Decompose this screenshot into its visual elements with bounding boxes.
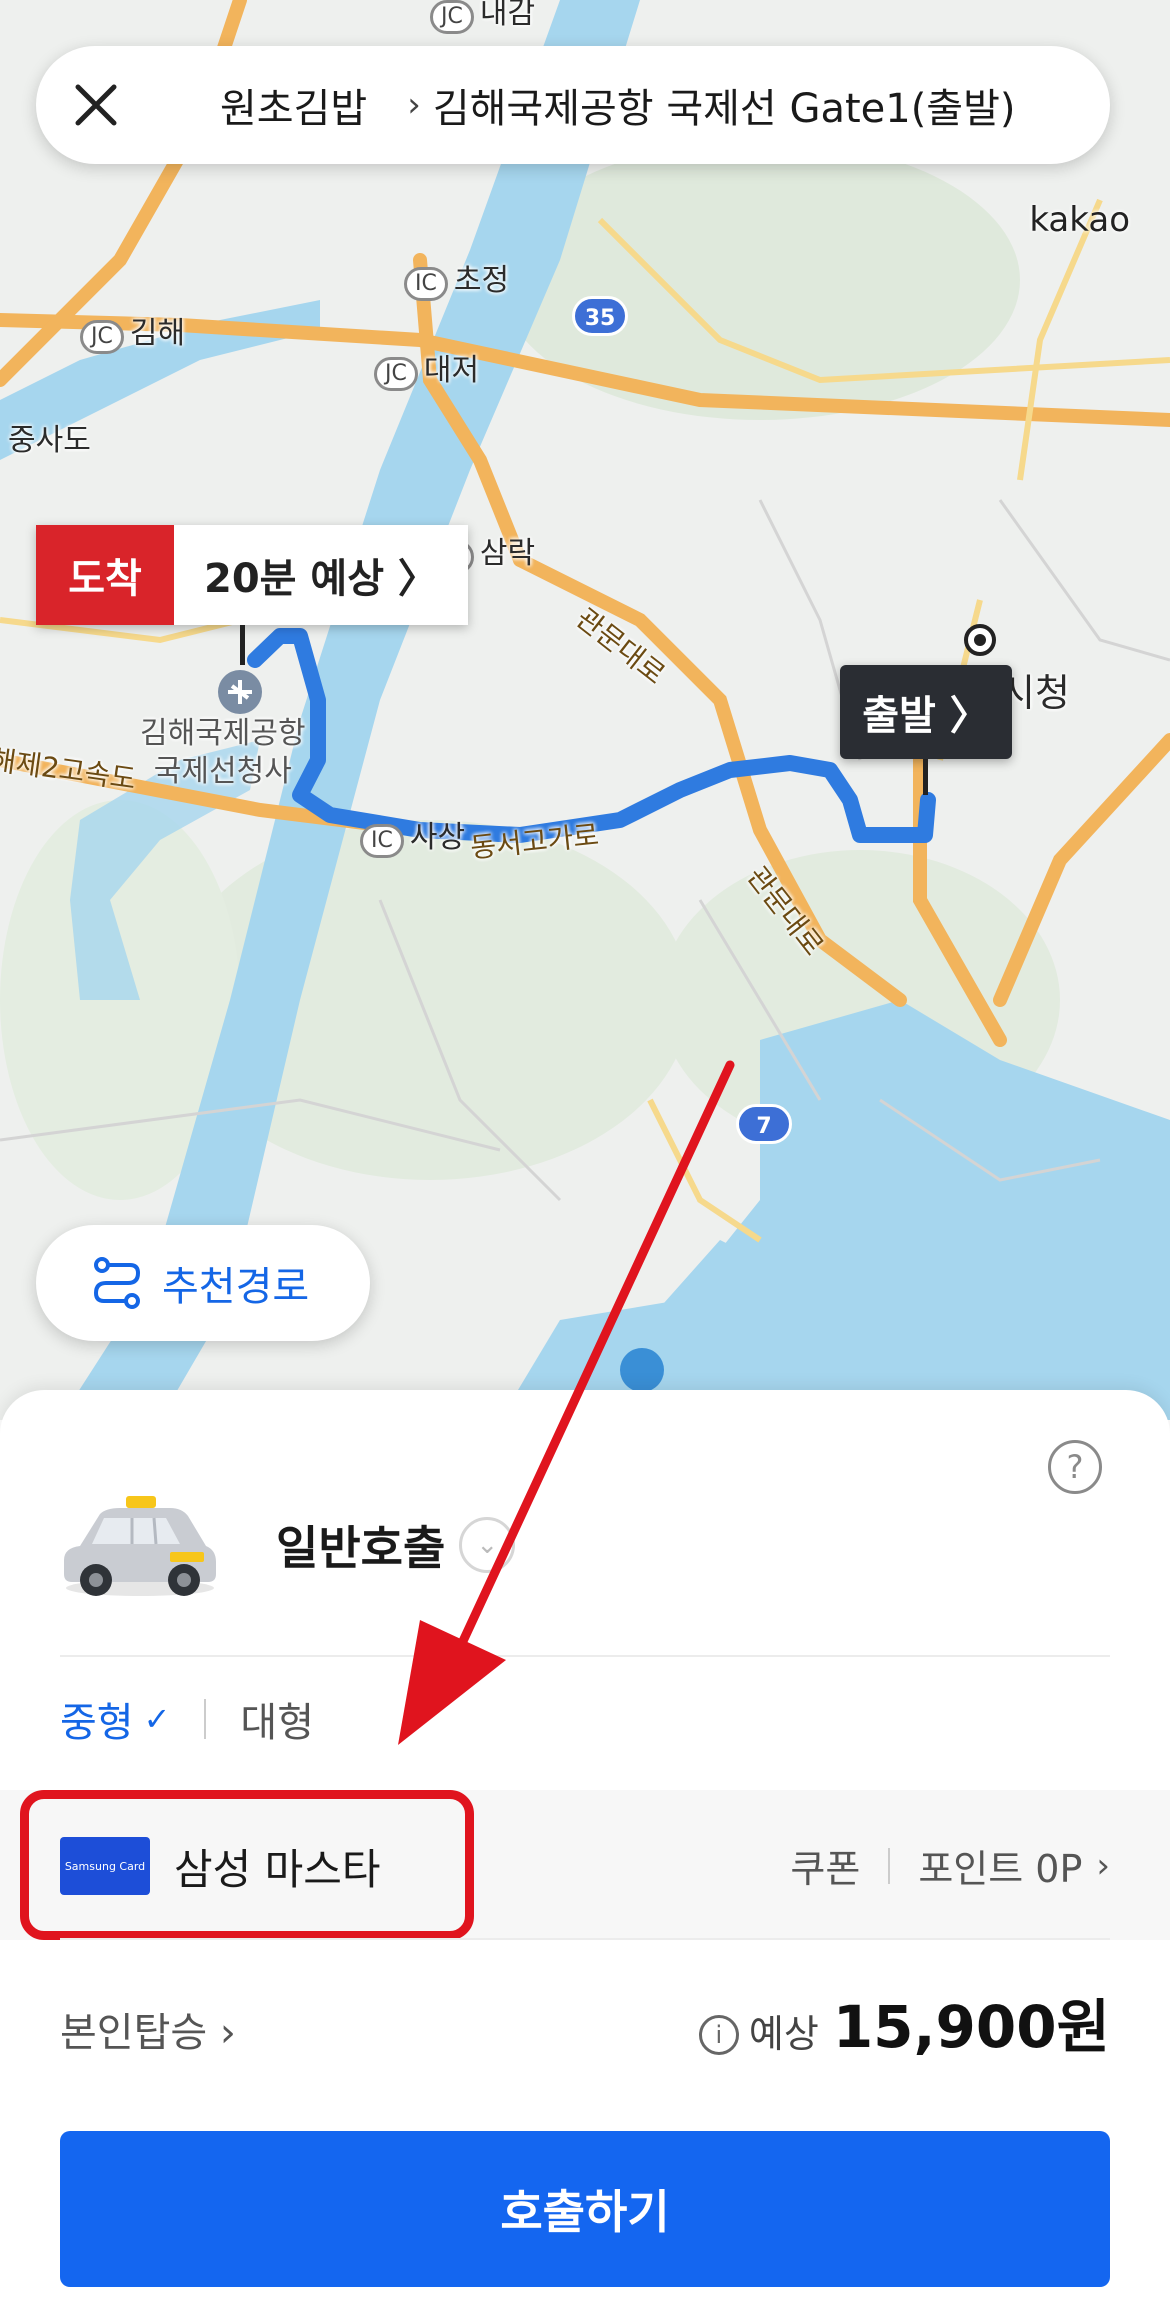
arrival-marker[interactable]: 도착 20분 예상 〉 [36,525,468,625]
chevron-down-icon: ⌄ [459,1517,516,1573]
map-label-sasang: 사상 [409,820,466,855]
self-ride-toggle[interactable]: 본인탑승 › [60,2000,236,2058]
taxi-icon [64,1496,216,1596]
jc-badge: JC [80,320,124,354]
check-icon: ✓ [143,1700,171,1738]
size-option-large[interactable]: 대형 [240,1690,314,1748]
service-selector[interactable]: 일반호출 ⌄ [60,1490,516,1600]
map-label-daejeo: 대저 [423,353,480,388]
fare-amount: 15,900원 [832,1993,1110,2061]
arrival-eta: 20분 예상 〉 [174,525,468,625]
map-label-jungsado: 중사도 [8,423,91,458]
help-icon[interactable]: ? [1048,1440,1102,1494]
ic-badge: IC [360,824,404,858]
destination-label[interactable]: 김해국제공항 국제선 Gate1(출발) [433,76,1016,134]
divider [888,1847,891,1884]
fare-estimate: i 예상 15,900원 [698,1980,1110,2064]
recommended-route-button[interactable]: 추천경로 [36,1225,370,1341]
route-7-badge: 7 [736,1104,792,1144]
service-name: 일반호출 [276,1521,446,1575]
call-taxi-button[interactable]: 호출하기 [60,2131,1110,2287]
arrival-pin [240,625,245,665]
route-header: 원초김밥 › 김해국제공항 국제선 Gate1(출발) [36,46,1110,164]
kakao-logo: kakao [1029,200,1130,240]
fare-prefix: 예상 [748,2012,819,2056]
map-label-naegam: 내감 [479,0,536,31]
close-button[interactable] [36,46,156,164]
route-35-badge: 35 [572,296,628,336]
arrival-tag: 도착 [36,525,174,625]
annotation-highlight-box [20,1790,474,1940]
map-label-chojeong: 초정 [453,263,510,298]
point-label[interactable]: 포인트 0P [918,1838,1082,1893]
coupon-point-row[interactable]: 쿠폰 포인트 0P › [790,1838,1110,1893]
depart-marker[interactable]: 출발 〉 [840,665,1012,759]
divider [204,1699,207,1739]
origin-label[interactable]: 원초김밥 [220,76,367,134]
divider [60,1938,1110,1940]
depart-pin [923,759,928,795]
jc-badge: JC [374,357,418,391]
recommended-route-label: 추천경로 [162,1264,310,1310]
map-label-gimhae: 김해 [129,316,186,351]
close-icon [75,84,117,126]
map-label-samrak: 삼락 [479,536,536,571]
chevron-right-icon: › [407,85,421,125]
info-icon[interactable]: i [698,2015,739,2055]
divider [60,1655,1110,1657]
ic-badge: IC [404,267,448,301]
jc-badge: JC [430,0,474,34]
size-option-medium[interactable]: 중형 [60,1690,134,1748]
coupon-label[interactable]: 쿠폰 [790,1838,860,1893]
car-size-selector: 중형 ✓ 대형 [60,1690,314,1748]
map-label-airport: 김해국제공항 국제선청사 [140,716,306,789]
route-icon [93,1257,141,1309]
booking-sheet: ? 일반호출 ⌄ 중형 ✓ 대형 Samsung Card 삼성 마스타 쿠폰 … [0,1390,1170,2318]
chevron-right-icon: › [1096,1845,1110,1886]
